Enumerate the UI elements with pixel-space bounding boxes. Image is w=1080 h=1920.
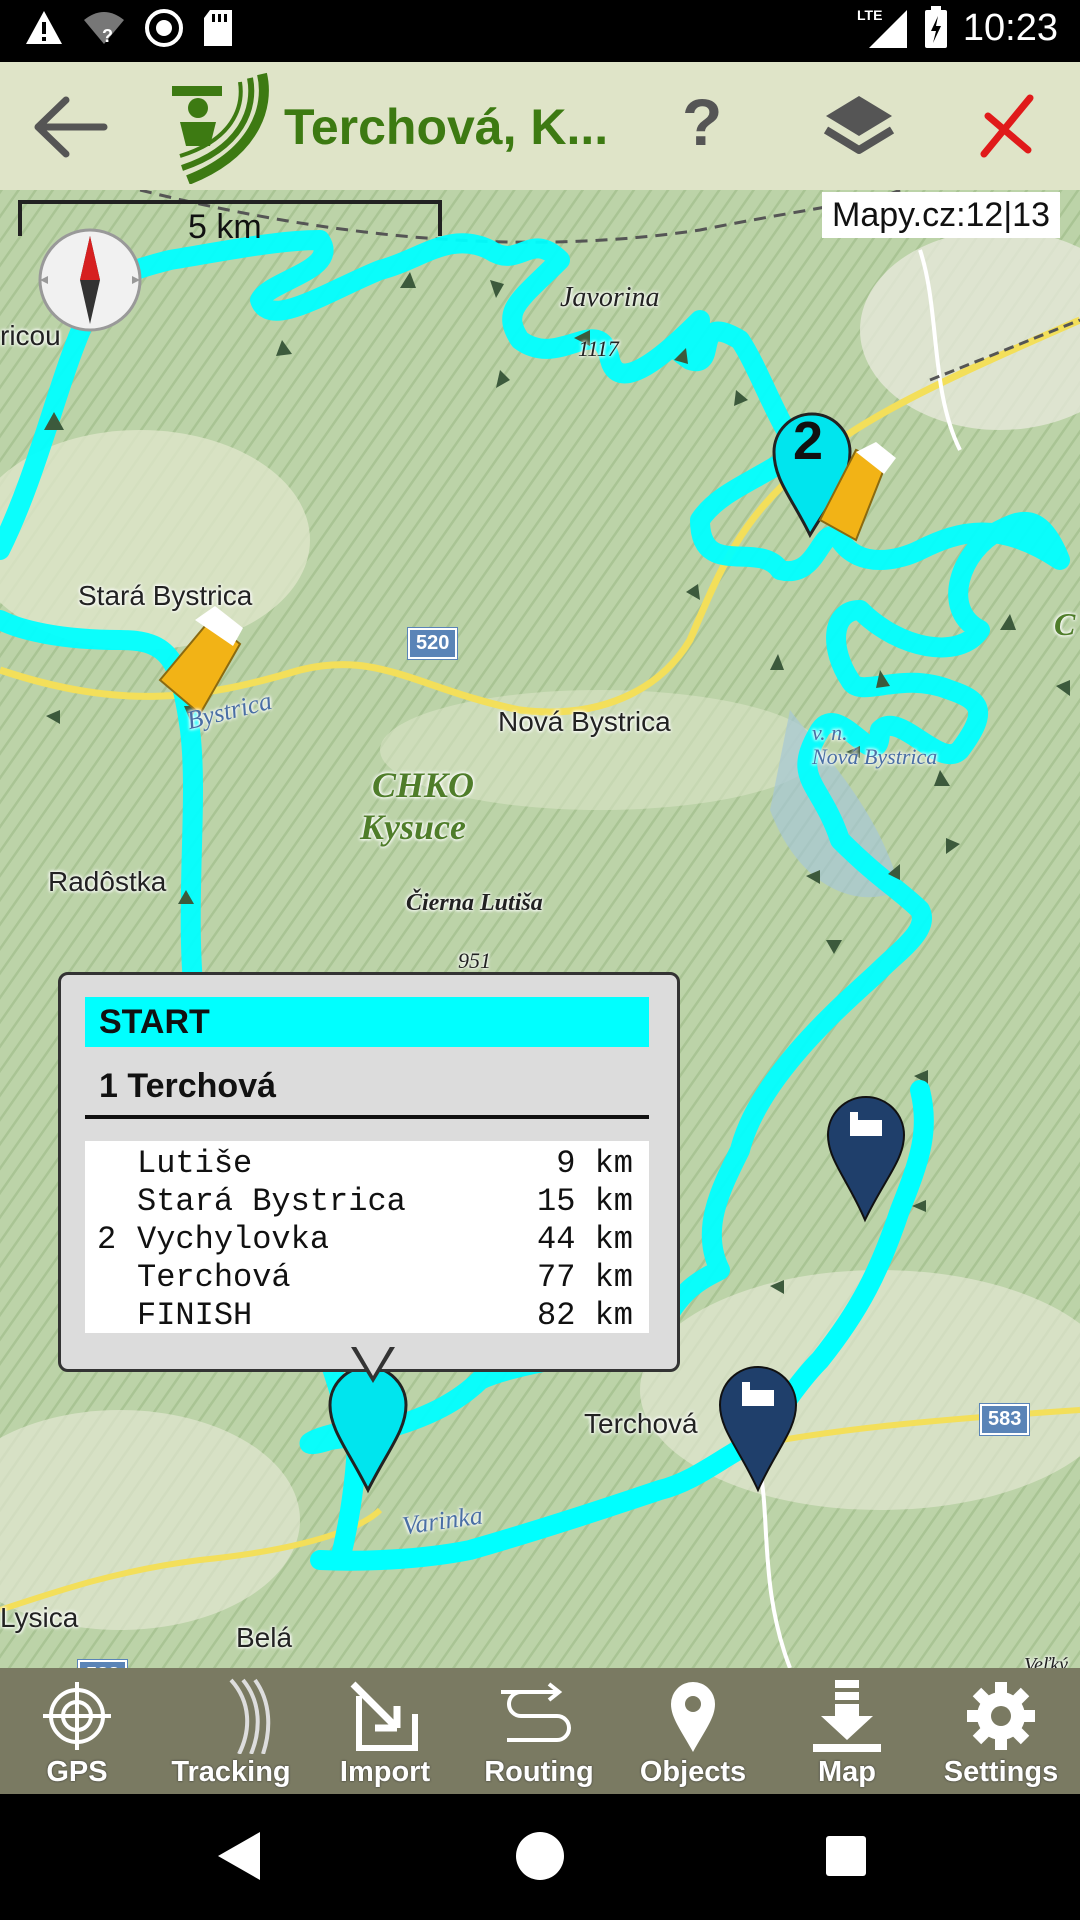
routing-icon: [501, 1682, 571, 1742]
scale-bar-label: 5 km: [188, 208, 262, 246]
nav-recents-icon[interactable]: [816, 1826, 876, 1886]
svg-text:?: ?: [102, 26, 113, 46]
map-label-javorina: Javorina: [560, 282, 660, 313]
map-label-chko: CHKO: [372, 765, 475, 805]
row-distance: 82 km: [536, 1297, 633, 1334]
gps-button[interactable]: GPS: [2, 1668, 152, 1794]
map-label: Map: [818, 1756, 876, 1788]
map-label-reservoir: v. n.: [812, 720, 848, 745]
row-distance: 9 km: [556, 1145, 633, 1182]
gear-icon: [967, 1682, 1035, 1750]
map-source-label: Mapy.cz:12|13: [822, 192, 1060, 238]
record-icon: [145, 9, 183, 47]
table-row[interactable]: 2 Vychylovka 44 km: [85, 1221, 649, 1259]
signal-lte-icon: LTE: [857, 7, 907, 48]
objects-button[interactable]: Objects: [618, 1668, 768, 1794]
row-name: Vychylovka: [137, 1221, 330, 1258]
map-label-javorina-elevation: 1117: [578, 336, 619, 361]
map-label-reservoir-name: Nová Bystrica: [812, 744, 938, 769]
road-shield-520: 520: [406, 627, 459, 660]
app-bar: Terchová, K... ?: [0, 62, 1080, 190]
road-shield-583: 583: [978, 1403, 1031, 1436]
map-pin-icon: [671, 1682, 715, 1752]
layers-icon[interactable]: [822, 90, 896, 162]
map-label-cierna-elevation: 951: [458, 948, 491, 973]
row-name: Stará Bystrica: [137, 1183, 406, 1220]
map-label-c-right: C: [1054, 606, 1076, 642]
map-label-stara-bystrica: Stará Bystrica: [78, 580, 253, 611]
import-icon: [350, 1681, 418, 1751]
page-title: Terchová, K...: [284, 99, 609, 155]
map-label-radostka: Radôstka: [48, 866, 167, 897]
gps-label: GPS: [46, 1756, 108, 1788]
status-bar: ? LTE 10:23: [0, 0, 1080, 62]
warning-icon: [26, 11, 62, 44]
popup-header: START: [85, 997, 649, 1047]
map-label-lysica: Lysica: [0, 1602, 79, 1633]
battery-charging-icon: [924, 6, 947, 48]
map-view[interactable]: Javorina 1117 ricou Stará Bystrica Bystr…: [0, 190, 1080, 1668]
compass-icon[interactable]: [36, 226, 144, 334]
row-number: 2: [97, 1221, 117, 1258]
objects-label: Objects: [639, 1756, 747, 1788]
map-label-terchova: Terchová: [584, 1408, 698, 1439]
import-button[interactable]: Import: [310, 1668, 460, 1794]
nav-home-icon[interactable]: [510, 1826, 570, 1886]
download-icon: [813, 1680, 881, 1752]
map-label-nova-bystrica: Nová Bystrica: [498, 706, 671, 737]
routing-button[interactable]: Routing: [464, 1668, 614, 1794]
map-terrain: [0, 190, 1080, 1668]
row-distance: 15 km: [536, 1183, 633, 1220]
table-row[interactable]: Stará Bystrica 15 km: [85, 1183, 649, 1221]
waypoint-table: Lutiše 9 km Stará Bystrica 15 km 2 Vychy…: [85, 1141, 649, 1335]
tracking-label: Tracking: [171, 1756, 291, 1788]
svg-text:LTE: LTE: [857, 7, 882, 23]
nav-back-icon[interactable]: [210, 1826, 270, 1886]
close-icon[interactable]: [978, 92, 1036, 160]
row-distance: 44 km: [536, 1221, 633, 1258]
map-label-cierna-lutisa: Čierna Lutiša: [406, 890, 543, 916]
tracking-button[interactable]: Tracking: [156, 1668, 306, 1794]
map-label-bela: Belá: [236, 1622, 293, 1653]
row-name: Lutiše: [137, 1145, 253, 1182]
table-row[interactable]: Terchová 77 km: [85, 1259, 649, 1297]
row-name: Terchová: [137, 1259, 291, 1296]
back-arrow-icon[interactable]: [32, 92, 112, 162]
map-label-kysuce: Kysuce: [360, 807, 466, 847]
table-row[interactable]: FINISH 82 km: [85, 1297, 649, 1335]
row-name: FINISH: [137, 1297, 253, 1334]
settings-button[interactable]: Settings: [926, 1668, 1076, 1794]
app-logo-icon: [172, 72, 269, 184]
table-row[interactable]: Lutiše 9 km: [85, 1145, 649, 1183]
marker-2-number: 2: [793, 411, 824, 471]
sd-card-icon: [204, 10, 232, 46]
system-nav-bar: [0, 1794, 1080, 1920]
import-label: Import: [339, 1756, 431, 1788]
row-distance: 77 km: [536, 1259, 633, 1296]
road-shield-583-bottom: 583: [76, 1659, 129, 1668]
routing-label: Routing: [484, 1756, 594, 1788]
popup-divider: [85, 1115, 649, 1119]
wifi-icon: ?: [84, 12, 124, 46]
popup-tail-inner: [355, 1345, 391, 1376]
map-download-button[interactable]: Map: [772, 1668, 922, 1794]
clock: 10:23: [962, 6, 1058, 49]
route-info-popup[interactable]: START 1 Terchová Lutiše 9 km Stará Bystr…: [58, 972, 680, 1383]
help-button[interactable]: ?: [682, 84, 722, 160]
bottom-toolbar: GPS Tracking Import Routing Objects Map …: [0, 1668, 1080, 1794]
tracking-icon: [229, 1678, 271, 1754]
settings-label: Settings: [943, 1756, 1059, 1788]
map-label-velky: Veľký: [1024, 1654, 1068, 1668]
popup-waypoint: 1 Terchová: [99, 1067, 277, 1105]
gps-crosshair-icon: [43, 1682, 111, 1750]
